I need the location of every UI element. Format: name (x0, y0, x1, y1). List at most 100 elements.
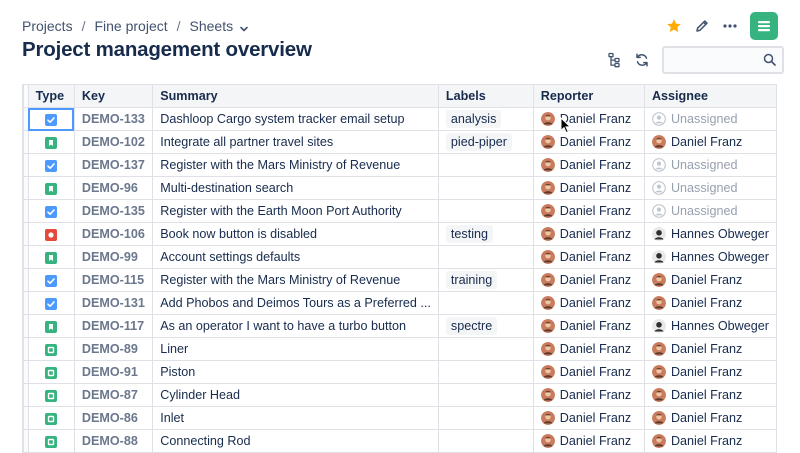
cell-assignee[interactable]: Daniel Franz (643, 383, 777, 407)
column-header-summary[interactable]: Summary (152, 84, 439, 108)
column-header-reporter[interactable]: Reporter (532, 84, 645, 108)
column-header-type[interactable]: Type (27, 84, 75, 108)
cell-summary[interactable]: Cylinder Head (152, 383, 439, 407)
issue-key-link[interactable]: DEMO-88 (82, 434, 138, 448)
table-row[interactable]: DEMO-131 Add Phobos and Deimos Tours as a… (23, 291, 777, 315)
issue-key-link[interactable]: DEMO-99 (82, 250, 138, 264)
cell-labels[interactable] (437, 360, 534, 384)
cell-key[interactable]: DEMO-91 (73, 360, 154, 384)
cell-summary[interactable]: Register with the Mars Ministry of Reven… (152, 153, 439, 177)
cell-assignee[interactable]: Hannes Obweger (643, 245, 777, 269)
cell-summary[interactable]: Dashloop Cargo system tracker email setu… (152, 107, 439, 131)
cell-labels[interactable] (437, 383, 534, 407)
cell-assignee[interactable]: Daniel Franz (643, 130, 777, 154)
more-options-icon[interactable] (716, 12, 744, 40)
cell-reporter[interactable]: Daniel Franz (532, 406, 645, 430)
cell-reporter[interactable]: Daniel Franz (532, 383, 645, 407)
cell-summary[interactable]: Register with the Mars Ministry of Reven… (152, 268, 439, 292)
cell-key[interactable]: DEMO-86 (73, 406, 154, 430)
cell-reporter[interactable]: Daniel Franz (532, 360, 645, 384)
cell-key[interactable]: DEMO-99 (73, 245, 154, 269)
chevron-down-icon[interactable] (239, 21, 249, 32)
table-row[interactable]: DEMO-91 Piston Daniel Franz Daniel Franz (23, 360, 777, 384)
cell-labels[interactable] (437, 429, 534, 453)
cell-type[interactable] (27, 291, 75, 315)
column-header-labels[interactable]: Labels (437, 84, 534, 108)
column-header-assignee[interactable]: Assignee (643, 84, 777, 108)
edit-pencil-icon[interactable] (688, 12, 716, 40)
cell-reporter[interactable]: Daniel Franz (532, 222, 645, 246)
breadcrumb-sheets[interactable]: Sheets (190, 18, 234, 34)
app-logo-icon[interactable] (750, 12, 778, 40)
table-row[interactable]: DEMO-89 Liner Daniel Franz Daniel Franz (23, 337, 777, 361)
cell-key[interactable]: DEMO-102 (73, 130, 154, 154)
cell-type[interactable] (27, 199, 75, 223)
search-input[interactable] (664, 48, 766, 72)
cell-key[interactable]: DEMO-96 (73, 176, 154, 200)
column-header-key[interactable]: Key (73, 84, 154, 108)
cell-key[interactable]: DEMO-89 (73, 337, 154, 361)
cell-labels[interactable] (437, 176, 534, 200)
cell-labels[interactable]: testing (437, 222, 534, 246)
cell-assignee[interactable]: Hannes Obweger (643, 222, 777, 246)
cell-assignee[interactable]: Daniel Franz (643, 268, 777, 292)
table-row[interactable]: DEMO-133 Dashloop Cargo system tracker em… (23, 107, 777, 131)
cell-labels[interactable] (437, 406, 534, 430)
cell-summary[interactable]: Liner (152, 337, 439, 361)
cell-type[interactable] (27, 429, 75, 453)
cell-reporter[interactable]: Daniel Franz (532, 337, 645, 361)
cell-summary[interactable]: Multi-destination search (152, 176, 439, 200)
cell-assignee[interactable]: Unassigned (643, 176, 777, 200)
cell-labels[interactable]: training (437, 268, 534, 292)
cell-type[interactable] (27, 130, 75, 154)
table-row[interactable]: DEMO-87 Cylinder Head Daniel Franz Daniel F… (23, 383, 777, 407)
cell-summary[interactable]: Piston (152, 360, 439, 384)
issue-key-link[interactable]: DEMO-91 (82, 365, 138, 379)
table-row[interactable]: DEMO-135 Register with the Earth Moon Por… (23, 199, 777, 223)
cell-assignee[interactable]: Hannes Obweger (643, 314, 777, 338)
issue-key-link[interactable]: DEMO-135 (82, 204, 145, 218)
cell-key[interactable]: DEMO-106 (73, 222, 154, 246)
cell-labels[interactable] (437, 199, 534, 223)
issue-key-link[interactable]: DEMO-131 (82, 296, 145, 310)
table-row[interactable]: DEMO-96 Multi-destination search Daniel Fr… (23, 176, 777, 200)
table-row[interactable]: DEMO-117 As an operator I want to have a … (23, 314, 777, 338)
cell-type[interactable] (27, 314, 75, 338)
cell-reporter[interactable]: Daniel Franz (532, 176, 645, 200)
cell-reporter[interactable]: Daniel Franz (532, 291, 645, 315)
refresh-icon[interactable] (628, 46, 656, 74)
cell-summary[interactable]: As an operator I want to have a turbo bu… (152, 314, 439, 338)
issue-key-link[interactable]: DEMO-117 (82, 319, 144, 333)
cell-key[interactable]: DEMO-88 (73, 429, 154, 453)
cell-labels[interactable] (437, 153, 534, 177)
cell-assignee[interactable]: Daniel Franz (643, 291, 777, 315)
cell-labels[interactable] (437, 245, 534, 269)
cell-type[interactable] (27, 383, 75, 407)
issue-key-link[interactable]: DEMO-106 (82, 227, 145, 241)
issue-key-link[interactable]: DEMO-137 (82, 158, 145, 172)
issue-key-link[interactable]: DEMO-87 (82, 388, 138, 402)
cell-type[interactable] (27, 245, 75, 269)
cell-reporter[interactable]: Daniel Franz (532, 153, 645, 177)
cell-summary[interactable]: Book now button is disabled (152, 222, 439, 246)
cell-reporter[interactable]: Daniel Franz (532, 429, 645, 453)
cell-reporter[interactable]: Daniel Franz (532, 199, 645, 223)
issue-key-link[interactable]: DEMO-115 (82, 273, 144, 287)
issue-key-link[interactable]: DEMO-102 (82, 135, 145, 149)
cell-labels[interactable]: analysis (437, 107, 534, 131)
cell-type[interactable] (27, 360, 75, 384)
cell-labels[interactable]: spectre (437, 314, 534, 338)
cell-summary[interactable]: Account settings defaults (152, 245, 439, 269)
cell-key[interactable]: DEMO-115 (73, 268, 154, 292)
cell-labels[interactable] (437, 337, 534, 361)
table-row[interactable]: DEMO-86 Inlet Daniel Franz Daniel Franz (23, 406, 777, 430)
table-row[interactable]: DEMO-102 Integrate all partner travel sit… (23, 130, 777, 154)
cell-labels[interactable]: pied-piper (437, 130, 534, 154)
cell-assignee[interactable]: Daniel Franz (643, 406, 777, 430)
cell-type[interactable] (27, 153, 75, 177)
table-row[interactable]: DEMO-115 Register with the Mars Ministry … (23, 268, 777, 292)
search-field[interactable] (662, 46, 784, 74)
table-row[interactable]: DEMO-106 Book now button is disabled testi… (23, 222, 777, 246)
cell-reporter[interactable]: Daniel Franz (532, 245, 645, 269)
cell-summary[interactable]: Integrate all partner travel sites (152, 130, 439, 154)
